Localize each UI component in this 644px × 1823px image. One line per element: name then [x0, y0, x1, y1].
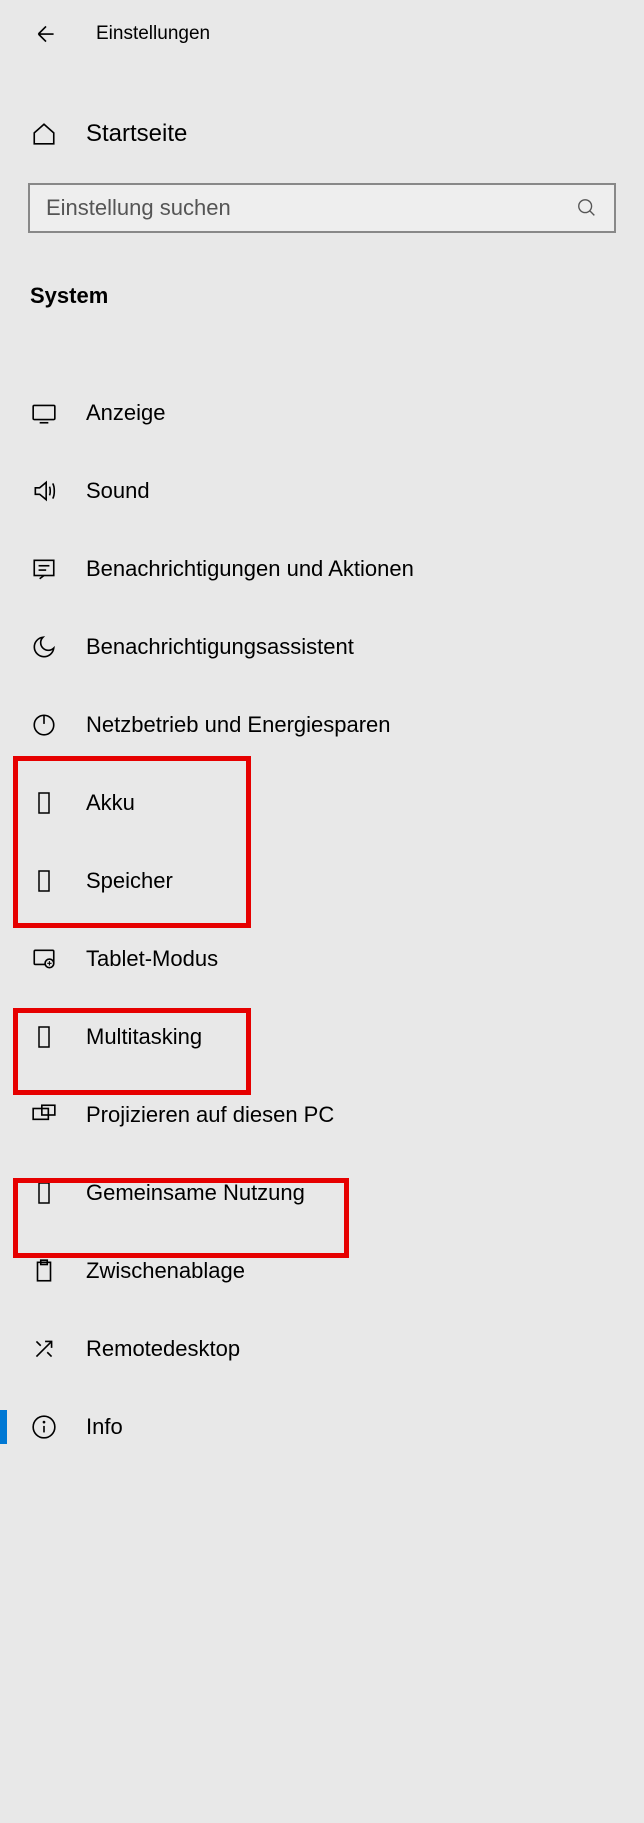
- notification-icon: [30, 555, 58, 583]
- nav-label: Sound: [86, 478, 150, 504]
- share-icon: [30, 1179, 58, 1207]
- nav-label: Benachrichtigungsassistent: [86, 634, 354, 660]
- nav-item-sound[interactable]: Sound: [28, 452, 616, 530]
- nav-label: Anzeige: [86, 400, 166, 426]
- nav-item-netzbetrieb[interactable]: Netzbetrieb und Energiesparen: [28, 686, 616, 764]
- nav-label: Multitasking: [86, 1024, 202, 1050]
- nav-label: Zwischenablage: [86, 1258, 245, 1284]
- project-icon: [30, 1101, 58, 1129]
- search-box[interactable]: [28, 183, 616, 233]
- search-icon: [576, 197, 598, 219]
- nav-label: Benachrichtigungen und Aktionen: [86, 556, 414, 582]
- nav-label: Tablet-Modus: [86, 946, 218, 972]
- sound-icon: [30, 477, 58, 505]
- nav-item-anzeige[interactable]: Anzeige: [28, 374, 616, 452]
- nav-label: Netzbetrieb und Energiesparen: [86, 712, 391, 738]
- nav-label: Remotedesktop: [86, 1336, 240, 1362]
- moon-icon: [30, 633, 58, 661]
- nav-item-akku[interactable]: Akku: [28, 764, 616, 842]
- section-header: System: [28, 283, 616, 309]
- nav-label: Projizieren auf diesen PC: [86, 1102, 334, 1128]
- nav-label: Speicher: [86, 868, 173, 894]
- nav-item-benachrichtigungsassistent[interactable]: Benachrichtigungsassistent: [28, 608, 616, 686]
- power-icon: [30, 711, 58, 739]
- search-input[interactable]: [46, 195, 576, 221]
- info-icon: [30, 1413, 58, 1441]
- page-title: Einstellungen: [96, 23, 210, 45]
- tablet-icon: [30, 945, 58, 973]
- nav-item-projizieren[interactable]: Projizieren auf diesen PC: [28, 1076, 616, 1154]
- nav-item-benachrichtigungen[interactable]: Benachrichtigungen und Aktionen: [28, 530, 616, 608]
- back-arrow-icon: [33, 21, 59, 47]
- nav-item-zwischenablage[interactable]: Zwischenablage: [28, 1232, 616, 1310]
- multitasking-icon: [30, 1023, 58, 1051]
- nav-label: Gemeinsame Nutzung: [86, 1180, 305, 1206]
- remote-icon: [30, 1335, 58, 1363]
- nav-item-multitasking[interactable]: Multitasking: [28, 998, 616, 1076]
- home-icon: [30, 120, 58, 148]
- nav-item-speicher[interactable]: Speicher: [28, 842, 616, 920]
- nav-label: Info: [86, 1414, 123, 1440]
- nav-item-gemeinsame-nutzung[interactable]: Gemeinsame Nutzung: [28, 1154, 616, 1232]
- battery-icon: [30, 789, 58, 817]
- home-link[interactable]: Startseite: [28, 120, 616, 148]
- nav-label: Akku: [86, 790, 135, 816]
- display-icon: [30, 399, 58, 427]
- home-label: Startseite: [86, 120, 187, 148]
- clipboard-icon: [30, 1257, 58, 1285]
- storage-icon: [30, 867, 58, 895]
- selected-indicator: [0, 1410, 7, 1444]
- nav-item-remotedesktop[interactable]: Remotedesktop: [28, 1310, 616, 1388]
- nav-item-info[interactable]: Info: [28, 1388, 616, 1466]
- back-button[interactable]: [30, 18, 62, 50]
- nav-item-tablet[interactable]: Tablet-Modus: [28, 920, 616, 998]
